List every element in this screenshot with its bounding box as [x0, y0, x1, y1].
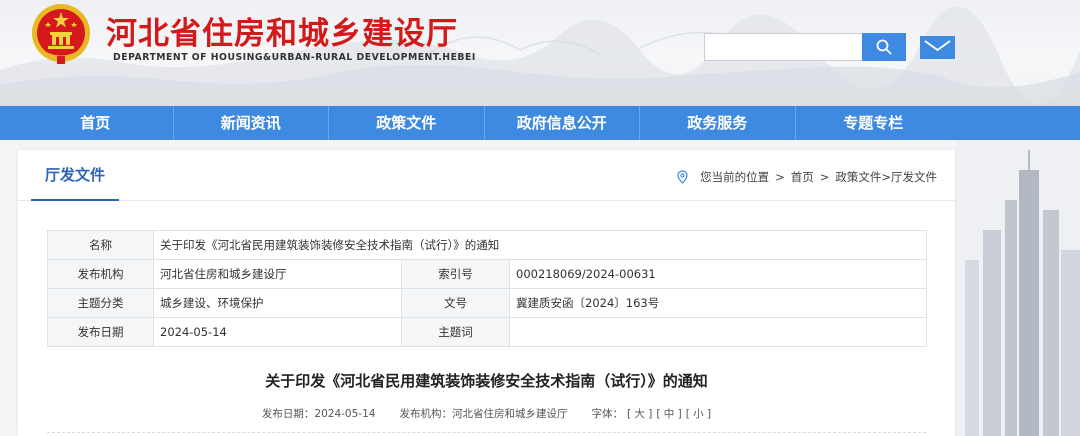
panel-title-tab[interactable]: 厅发文件	[31, 150, 119, 201]
document-info-table: 名称 关于印发《河北省民用建筑装饰装修安全技术指南（试行）》的通知 发布机构 河…	[47, 230, 928, 347]
table-row: 主题分类 城乡建设、环境保护 文号 冀建质安函〔2024〕163号	[47, 288, 928, 318]
nav-item-topics[interactable]: 专题专栏	[796, 106, 952, 140]
article-org: 发布机构：河北省住房和城乡建设厅	[399, 408, 568, 420]
site-subtitle: DEPARTMENT OF HOUSING&URBAN-RURAL DEVELO…	[113, 52, 476, 63]
topic-value: 城乡建设、环境保护	[153, 288, 402, 318]
location-pin-icon	[677, 170, 688, 184]
article-title: 关于印发《河北省民用建筑装饰装修安全技术指南（试行）》的通知	[265, 372, 708, 390]
docno-label: 文号	[401, 288, 510, 318]
breadcrumb-prefix: 您当前的位置	[700, 170, 770, 184]
article-meta: 发布日期：2024-05-14 发布机构：河北省住房和城乡建设厅 字体： [ 大…	[18, 406, 955, 421]
content-panel: 厅发文件 您当前的位置 > 首页 > 政策文件>厅发文件 名称 关于印发《河北省…	[18, 150, 955, 436]
main-nav: 首页 新闻资讯 政策文件 政府信息公开 政务服务 专题专栏	[0, 106, 1080, 140]
docno-value: 冀建质安函〔2024〕163号	[508, 288, 928, 318]
date-label: 发布日期	[47, 317, 154, 347]
search-button[interactable]	[862, 33, 906, 61]
article-date: 发布日期：2024-05-14	[261, 408, 376, 420]
table-row: 名称 关于印发《河北省民用建筑装饰装修安全技术指南（试行）》的通知	[47, 230, 928, 260]
nav-item-policy[interactable]: 政策文件	[329, 106, 485, 140]
org-label: 发布机构	[47, 259, 154, 289]
breadcrumb-path[interactable]: 政策文件>厅发文件	[835, 169, 937, 185]
index-value: 000218069/2024-00631	[508, 259, 928, 289]
breadcrumb-separator: >	[819, 170, 830, 184]
nav-item-home[interactable]: 首页	[18, 106, 174, 140]
font-size-small-button[interactable]: [ 小 ]	[686, 406, 711, 421]
breadcrumb-home[interactable]: 首页	[791, 169, 814, 185]
name-label: 名称	[47, 230, 154, 260]
keyword-label: 主题词	[401, 317, 510, 347]
national-emblem-icon[interactable]	[28, 2, 94, 66]
font-size-large-button[interactable]: [ 大 ]	[627, 406, 652, 421]
site-header: 河北省住房和城乡建设厅 DEPARTMENT OF HOUSING&URBAN-…	[0, 0, 1080, 106]
name-value: 关于印发《河北省民用建筑装饰装修安全技术指南（试行）》的通知	[152, 230, 928, 260]
index-label: 索引号	[401, 259, 510, 289]
table-row: 发布日期 2024-05-14 主题词	[47, 317, 928, 347]
nav-item-news[interactable]: 新闻资讯	[174, 106, 329, 140]
breadcrumb-separator: >	[775, 170, 785, 184]
mail-icon	[924, 40, 951, 52]
divider	[47, 432, 926, 433]
panel-header: 厅发文件 您当前的位置 > 首页 > 政策文件>厅发文件	[18, 150, 955, 201]
table-row: 发布机构 河北省住房和城乡建设厅 索引号 000218069/2024-0063…	[47, 259, 928, 289]
topic-label: 主题分类	[47, 288, 154, 318]
font-size-label: 字体：	[591, 408, 623, 420]
org-value: 河北省住房和城乡建设厅	[153, 259, 402, 289]
mail-button[interactable]	[920, 36, 955, 59]
date-value: 2024-05-14	[153, 317, 402, 347]
cityscape-background	[955, 140, 1080, 436]
site-title[interactable]: 河北省住房和城乡建设厅	[106, 8, 458, 53]
font-size-medium-button[interactable]: [ 中 ]	[656, 406, 681, 421]
keyword-value	[508, 317, 928, 347]
breadcrumb: 您当前的位置 > 首页 > 政策文件>厅发文件	[677, 169, 937, 185]
nav-item-services[interactable]: 政务服务	[640, 106, 796, 140]
search-input[interactable]	[704, 33, 862, 61]
search-icon	[876, 39, 892, 55]
nav-item-gov-info[interactable]: 政府信息公开	[485, 106, 640, 140]
